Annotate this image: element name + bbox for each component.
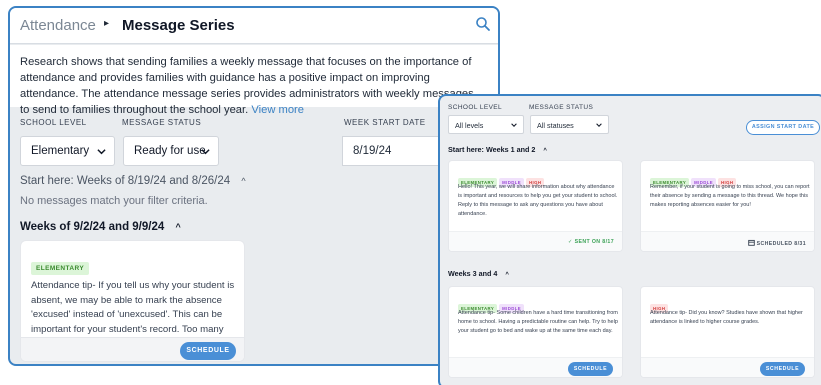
- school-level-label: SCHOOL LEVEL: [20, 118, 87, 127]
- message-card: HIGH Attendance tip- Did you know? Studi…: [640, 286, 815, 378]
- view-more-link[interactable]: View more: [251, 104, 304, 116]
- scheduled-status-text: SCHEDULED 8/31: [756, 241, 806, 247]
- card-footer: SCHEDULE: [21, 337, 244, 361]
- message-series-window-back: Attendance ▸ Message Series Research sho…: [8, 6, 500, 366]
- school-level-value: All levels: [455, 121, 484, 130]
- page-title: Message Series: [122, 17, 235, 34]
- card-footer: SCHEDULED 8/31: [641, 231, 814, 251]
- calendar-icon: [747, 239, 755, 246]
- message-status-select[interactable]: Ready for use: [123, 136, 219, 166]
- message-status-value: All statuses: [537, 121, 574, 130]
- empty-state-text: No messages match your filter criteria.: [20, 195, 208, 207]
- sent-status-text: SENT ON 8/17: [574, 239, 614, 245]
- message-status-select[interactable]: All statuses: [530, 115, 609, 134]
- breadcrumb-attendance[interactable]: Attendance: [20, 17, 96, 34]
- week-start-date-value: 8/19/24: [353, 145, 392, 157]
- chevron-up-icon: ^: [241, 176, 246, 186]
- week-start-date-label: WEEK START DATE: [344, 118, 426, 127]
- weeks-section-header[interactable]: Weeks of 9/2/24 and 9/9/24 ^: [20, 221, 181, 233]
- message-card: ELEMENTARY MIDDLE Attendance tip- Some ch…: [448, 286, 623, 378]
- schedule-button[interactable]: SCHEDULE: [568, 362, 613, 376]
- chevron-down-icon: [596, 123, 602, 127]
- scheduled-status: SCHEDULED 8/31: [747, 239, 806, 247]
- page-header: Attendance ▸ Message Series: [10, 8, 498, 44]
- message-series-window-front: SCHOOL LEVEL MESSAGE STATUS All levels A…: [438, 94, 821, 385]
- assign-start-date-button[interactable]: ASSIGN START DATE: [746, 120, 820, 135]
- message-status-label: MESSAGE STATUS: [529, 104, 594, 111]
- section-label: Start here: Weeks 1 and 2: [448, 145, 536, 154]
- start-section-header[interactable]: Start here: Weeks of 8/19/24 and 8/26/24…: [20, 175, 246, 187]
- school-level-value: Elementary: [31, 145, 90, 157]
- message-text: Attendance tip- Some children have a har…: [458, 310, 618, 334]
- chevron-down-icon: [201, 149, 210, 155]
- chevron-up-icon: ^: [543, 148, 547, 154]
- card-footer: SCHEDULE: [449, 357, 622, 377]
- intro-text: Research shows that sending families a w…: [20, 56, 474, 116]
- elementary-tag: ELEMENTARY: [31, 262, 90, 275]
- message-card: ELEMENTARY MIDDLE HIGH Hello! This year, w…: [448, 160, 623, 252]
- breadcrumb-separator: ▸: [104, 18, 110, 29]
- message-status-value: Ready for use: [134, 145, 206, 157]
- schedule-button[interactable]: SCHEDULE: [180, 342, 236, 360]
- message-card: ELEMENTARY MIDDLE HIGH Remember, if your s…: [640, 160, 815, 252]
- schedule-button[interactable]: SCHEDULE: [760, 362, 805, 376]
- message-status-label: MESSAGE STATUS: [122, 118, 202, 127]
- intro-paragraph: Research shows that sending families a w…: [10, 45, 498, 116]
- weeks-1-2-section-header[interactable]: Start here: Weeks 1 and 2 ^: [448, 145, 547, 154]
- message-text: Hello! This year, we will share informat…: [458, 184, 618, 217]
- chevron-down-icon: [511, 123, 517, 127]
- school-level-select[interactable]: Elementary: [20, 136, 115, 166]
- weeks-section-label: Weeks of 9/2/24 and 9/9/24: [20, 221, 165, 233]
- section-label: Weeks 3 and 4: [448, 269, 498, 278]
- card-footer: SCHEDULE: [641, 357, 814, 377]
- message-text: Remember, if your student is going to mi…: [650, 184, 810, 208]
- school-level-select[interactable]: All levels: [448, 115, 524, 134]
- weeks-3-4-section-header[interactable]: Weeks 3 and 4 ^: [448, 269, 509, 278]
- start-section-label: Start here: Weeks of 8/19/24 and 8/26/24: [20, 175, 231, 187]
- card-footer: ✓ SENT ON 8/17: [449, 231, 622, 251]
- school-level-label: SCHOOL LEVEL: [448, 104, 503, 111]
- chevron-up-icon: ^: [505, 272, 509, 278]
- sent-status: ✓ SENT ON 8/17: [568, 239, 614, 245]
- message-card: ELEMENTARY Attendance tip- If you tell u…: [20, 240, 245, 362]
- check-icon: ✓: [568, 239, 575, 245]
- search-icon[interactable]: [475, 16, 491, 32]
- chevron-up-icon: ^: [175, 222, 181, 232]
- message-text: Attendance tip- Did you know? Studies ha…: [650, 310, 803, 325]
- chevron-down-icon: [97, 149, 106, 155]
